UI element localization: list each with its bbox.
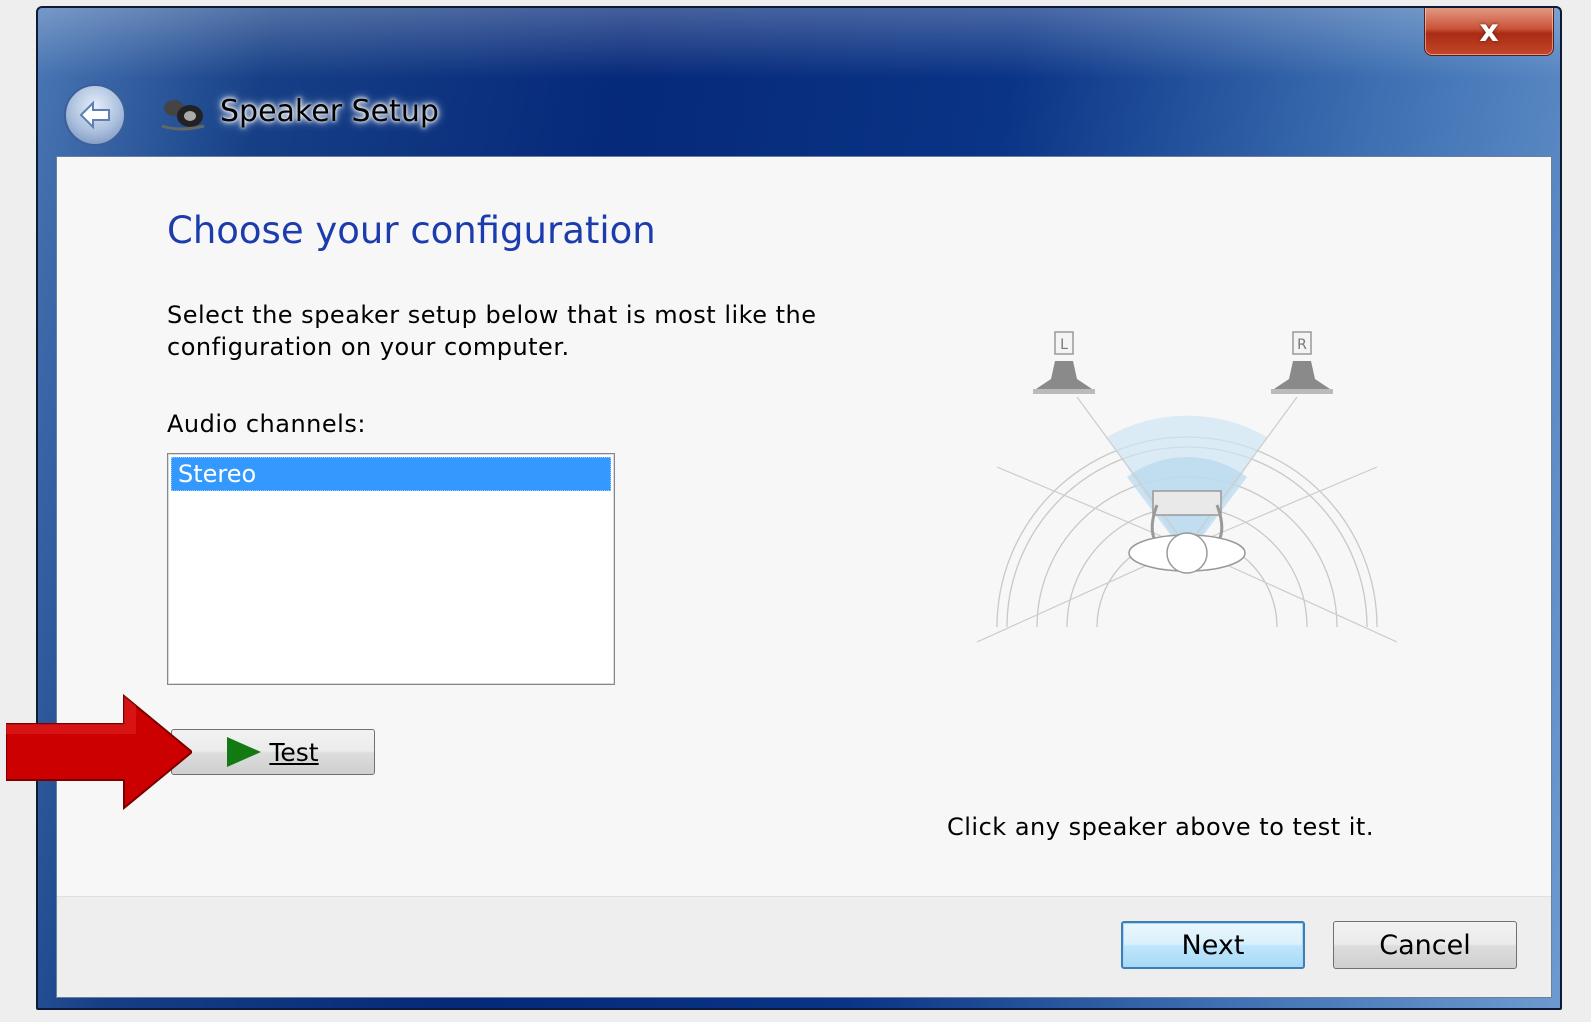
left-speaker-icon[interactable]: L	[1033, 331, 1095, 394]
right-speaker-label: R	[1297, 337, 1307, 353]
play-icon	[227, 737, 262, 767]
window-title: Speaker Setup	[220, 94, 439, 129]
wizard-footer: Next Cancel	[57, 896, 1551, 997]
right-speaker-icon[interactable]: R	[1271, 331, 1333, 394]
audio-channels-label: Audio channels:	[167, 410, 366, 438]
test-button-label: Test	[269, 737, 319, 767]
page-description: Select the speaker setup below that is m…	[167, 301, 817, 361]
close-icon: x	[1479, 13, 1499, 49]
wizard-content: Choose your configuration Select the spe…	[56, 156, 1552, 998]
back-arrow-icon	[79, 100, 110, 130]
back-button[interactable]	[64, 84, 126, 146]
speaker-setup-window: x Speaker Setup Choose your configuratio…	[36, 6, 1562, 1010]
close-button[interactable]: x	[1424, 8, 1554, 56]
test-button[interactable]: Test	[171, 729, 375, 775]
speaker-setup-icon	[161, 100, 205, 131]
audio-channels-listbox[interactable]: Stereo	[167, 453, 615, 685]
page-heading: Choose your configuration	[167, 209, 656, 252]
cancel-button[interactable]: Cancel	[1333, 921, 1517, 969]
speaker-diagram: L R	[977, 331, 1397, 643]
next-button[interactable]: Next	[1121, 921, 1305, 969]
annotation-arrow-icon	[6, 694, 192, 810]
speaker-test-hint: Click any speaker above to test it.	[947, 813, 1374, 841]
left-speaker-label: L	[1060, 337, 1068, 353]
list-item-stereo[interactable]: Stereo	[171, 457, 611, 491]
